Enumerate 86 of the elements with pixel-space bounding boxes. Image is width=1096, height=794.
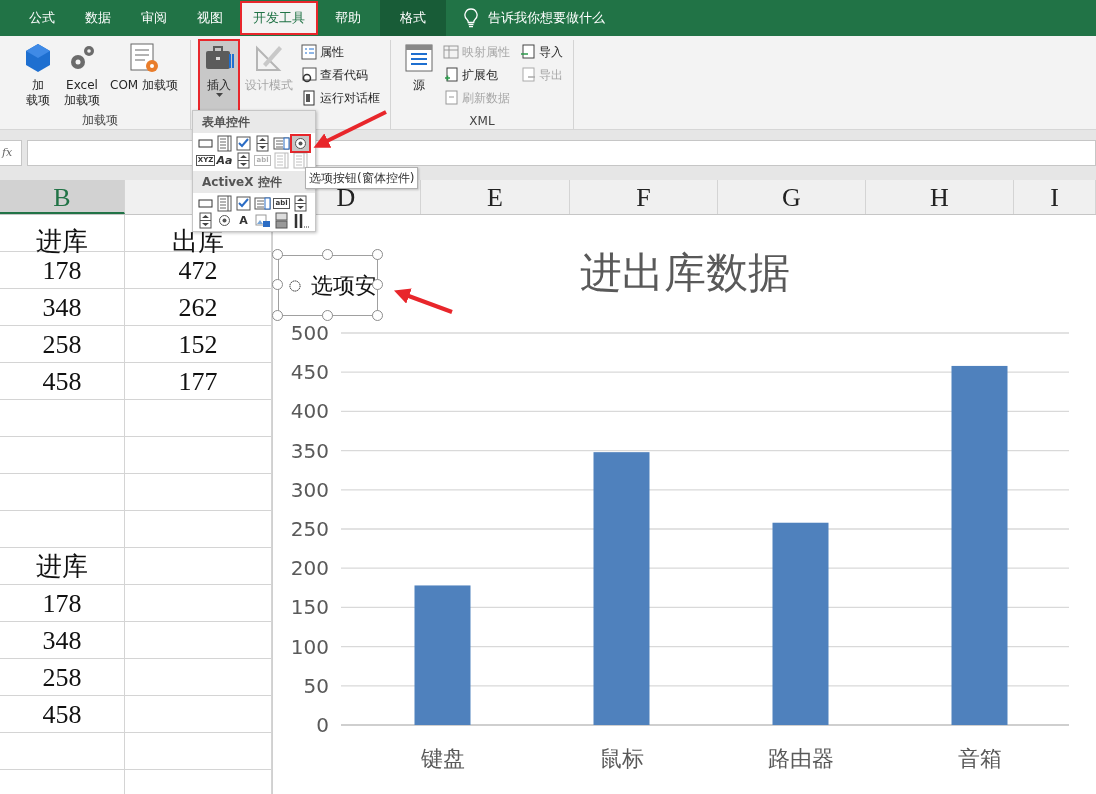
column-header[interactable]: E: [421, 180, 570, 214]
lightbulb-icon: [464, 8, 478, 28]
ribbon-button[interactable]: 查看代码: [299, 63, 382, 86]
table-cell: 458: [0, 363, 125, 399]
combo-box-icon[interactable]: [253, 195, 272, 212]
column-header[interactable]: B: [0, 180, 125, 214]
arrow: [394, 288, 453, 314]
control-glyph[interactable]: A: [234, 212, 253, 229]
tell-me-search[interactable]: 告诉我你想要做什么: [488, 8, 605, 28]
ribbon-tab[interactable]: 审阅: [129, 2, 179, 34]
list-box-icon[interactable]: [215, 195, 234, 212]
table-cell: 进库: [0, 548, 125, 584]
resize-handle[interactable]: [372, 249, 383, 260]
axis-label: 450: [290, 360, 329, 385]
column-header[interactable]: I: [1014, 180, 1096, 214]
ribbon-tab[interactable]: 格式: [380, 0, 446, 36]
toggle-icon[interactable]: [272, 212, 291, 229]
table-cell: 258: [0, 659, 125, 695]
menu-section-title: 表单控件: [193, 111, 315, 133]
ribbon-tab[interactable]: 数据: [73, 2, 123, 34]
grid-icon: [443, 43, 459, 60]
control-glyph[interactable]: Aa: [215, 152, 234, 169]
resize-handle[interactable]: [272, 310, 283, 321]
axis-label: 200: [290, 556, 329, 581]
ribbon-button[interactable]: 运行对话框: [299, 86, 382, 109]
document-plus-icon: [443, 66, 459, 83]
ribbon-button[interactable]: 插入: [199, 40, 239, 112]
axis-label: 350: [290, 438, 329, 463]
combo-box-icon[interactable]: [272, 135, 291, 152]
ribbon-button[interactable]: Excel 加载项: [60, 40, 104, 111]
ribbon-button[interactable]: 源: [399, 40, 439, 112]
list-document-icon: [403, 42, 435, 74]
properties-icon: [301, 43, 317, 60]
spin-button-icon[interactable]: [291, 195, 310, 212]
group-label: 加载项: [81, 112, 119, 129]
category-label: 鼠标: [599, 746, 644, 771]
table-cell: 458: [0, 696, 125, 732]
resize-handle[interactable]: [272, 279, 283, 290]
ribbon-button[interactable]: 扩展包: [441, 63, 512, 86]
checklist-gear-icon: [128, 42, 160, 74]
import-icon: [520, 43, 536, 60]
axis-label: 300: [290, 477, 329, 502]
magnifier-document-icon: [301, 66, 317, 83]
checkbox-icon[interactable]: [234, 135, 253, 152]
checkbox-icon[interactable]: [234, 195, 253, 212]
radio-icon[interactable]: [291, 135, 310, 152]
axis-label: 250: [290, 517, 329, 541]
dialog-icon: [301, 89, 317, 106]
export-icon: [520, 66, 536, 83]
table-cell: 348: [0, 622, 125, 658]
group-label: XML: [468, 113, 496, 130]
spin-button-icon[interactable]: [196, 212, 215, 229]
ribbon-tab[interactable]: 视图: [185, 2, 235, 34]
image-icon[interactable]: [253, 212, 272, 229]
axis-label: 50: [303, 673, 329, 698]
resize-handle[interactable]: [322, 249, 333, 260]
spin-button-icon[interactable]: [253, 135, 272, 152]
axis-label: 500: [290, 321, 329, 345]
axis-label: 150: [290, 595, 329, 620]
axis-label: 400: [290, 399, 329, 424]
function-button[interactable]: fx: [0, 140, 22, 166]
ribbon-button[interactable]: 导入: [518, 40, 565, 63]
column-header[interactable]: G: [718, 180, 866, 214]
ribbon-button[interactable]: 加 载项: [18, 40, 58, 111]
resize-handle[interactable]: [272, 249, 283, 260]
ribbon-tab[interactable]: 公式: [17, 2, 67, 34]
spin-button-icon[interactable]: [234, 152, 253, 169]
category-label: 音箱: [957, 746, 1002, 771]
ribbon-tab[interactable]: 帮助: [323, 2, 373, 34]
column-header[interactable]: H: [866, 180, 1014, 214]
category-label: 键盘: [420, 746, 465, 771]
ribbon-button[interactable]: 属性: [299, 40, 382, 63]
resize-handle[interactable]: [322, 310, 333, 321]
chart-title: 进出库数据: [580, 248, 790, 297]
axis-label: 100: [290, 634, 329, 659]
ribbon-button[interactable]: COM 加载项: [106, 40, 182, 111]
axis-label: 0: [316, 713, 329, 737]
table-cell: 258: [0, 326, 125, 362]
table-cell: 178: [0, 585, 125, 621]
list-box-icon[interactable]: [215, 135, 234, 152]
category-label: 路由器: [767, 746, 834, 771]
column-header[interactable]: F: [570, 180, 718, 214]
document-icon: [443, 89, 459, 106]
resize-handle[interactable]: [372, 310, 383, 321]
table-cell: 348: [0, 289, 125, 325]
ribbon-tab[interactable]: 开发工具: [241, 2, 317, 34]
